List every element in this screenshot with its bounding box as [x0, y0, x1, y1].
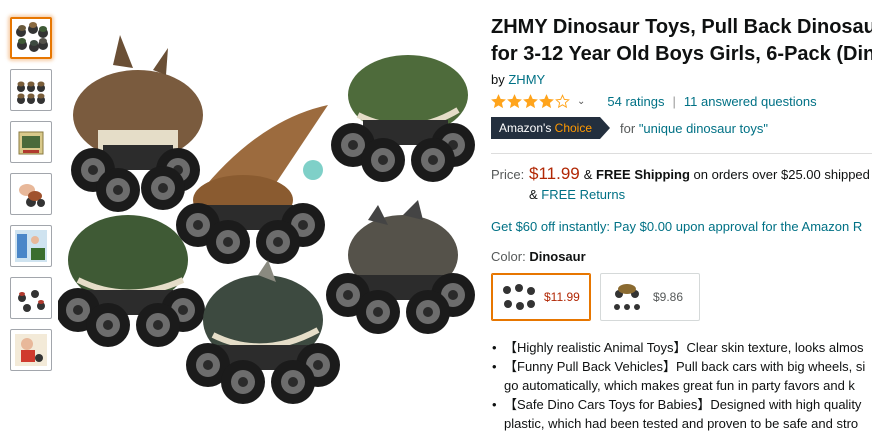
amazons-choice-row: Amazon's Choice for "unique dinosaur toy… — [491, 117, 872, 139]
star-icon — [555, 93, 570, 108]
thumbnail-5[interactable] — [10, 225, 52, 267]
feature-bullet: plastic, which had been tested and prove… — [504, 416, 859, 431]
dinosaur-cars-illustration — [56, 35, 475, 404]
star-icon — [539, 93, 554, 108]
choice-query-link[interactable]: "unique dinosaur toys" — [639, 121, 768, 136]
swatch-alternate[interactable]: $9.86 — [600, 273, 700, 321]
trex-car — [331, 55, 475, 182]
thumbnail-image — [19, 184, 45, 207]
free-shipping-label: FREE Shipping — [596, 167, 690, 182]
star-rating[interactable] — [491, 93, 571, 109]
brand-link[interactable]: ZHMY — [508, 72, 545, 87]
grey-triceratops-car — [326, 200, 475, 334]
thumbnail-image — [15, 334, 47, 366]
thumbnail-image — [16, 22, 48, 52]
byline: by ZHMY — [491, 72, 872, 87]
star-icon — [523, 93, 538, 108]
swatch-price: $11.99 — [544, 290, 580, 304]
shipping-amp: & — [583, 167, 593, 182]
swatch-image — [503, 284, 535, 310]
triceratops-car — [71, 35, 203, 212]
swatch-dinosaur[interactable]: $11.99 — [491, 273, 591, 321]
dark-dino-car — [186, 260, 340, 404]
thumbnail-image — [18, 290, 45, 312]
ratings-row: ⌄ 54 ratings | 11 answered questions — [491, 91, 872, 111]
free-returns-link[interactable]: FREE Returns — [541, 187, 625, 202]
thumbnail-6[interactable] — [10, 277, 52, 319]
feature-bullet: go automatically, which makes great fun … — [504, 378, 855, 393]
thumbnail-image — [18, 131, 44, 155]
by-prefix: by — [491, 72, 505, 87]
color-label: Color: — [491, 249, 526, 264]
thumbnail-1[interactable] — [10, 17, 52, 59]
separator: | — [672, 93, 676, 109]
thumbnail-image — [17, 81, 45, 104]
choice-badge-part2: Choice — [554, 121, 593, 135]
price-value: $11.99 — [529, 164, 580, 183]
thumbnail-7[interactable] — [10, 329, 52, 371]
returns-amp: & — [529, 187, 538, 202]
swatch-image — [614, 284, 640, 310]
thumbnail-4[interactable] — [10, 173, 52, 215]
thumbnail-image — [15, 230, 47, 262]
star-icon — [491, 93, 506, 108]
amazons-choice-badge[interactable]: Amazon's Choice — [491, 117, 611, 139]
product-title[interactable]: ZHMY Dinosaur Toys, Pull Back Dinosaur f… — [491, 14, 872, 68]
feature-bullet: 【Safe Dino Cars Toys for Babies】Designed… — [491, 395, 872, 414]
price-row: Price: $11.99 & FREE Shipping on orders … — [491, 164, 872, 184]
color-swatches: $11.99 $9.86 — [491, 273, 872, 321]
choice-for-text: for "unique dinosaur toys" — [620, 121, 768, 136]
feature-bullet: 【Highly realistic Animal Toys】Clear skin… — [491, 338, 872, 357]
product-title-line2: for 3-12 Year Old Boys Girls, 6-Pack (Di… — [491, 43, 872, 65]
product-info: ZHMY Dinosaur Toys, Pull Back Dinosaur f… — [491, 14, 872, 434]
thumbnail-2[interactable] — [10, 69, 52, 111]
color-value: Dinosaur — [529, 249, 586, 264]
answered-questions-link[interactable]: 11 answered questions — [684, 94, 817, 109]
ratings-count-link[interactable]: 54 ratings — [607, 94, 664, 109]
feature-bullets: 【Highly realistic Animal Toys】Clear skin… — [491, 338, 872, 434]
thumbnail-3[interactable] — [10, 121, 52, 163]
product-title-line1: ZHMY Dinosaur Toys, Pull Back Dinosaur — [491, 16, 872, 38]
choice-for-prefix: for — [620, 120, 636, 136]
main-product-image[interactable] — [56, 20, 478, 420]
chevron-down-icon[interactable]: ⌄ — [577, 96, 585, 107]
divider — [491, 153, 872, 154]
color-selector-label: Color: Dinosaur — [491, 249, 872, 264]
choice-badge-part1: Amazon's — [499, 121, 552, 135]
returns-row: & FREE Returns — [529, 187, 872, 202]
thumbnail-strip — [10, 17, 54, 381]
feature-bullet: 【Funny Pull Back Vehicles】Pull back cars… — [491, 357, 872, 376]
star-icon — [507, 93, 522, 108]
price-label: Price: — [491, 167, 525, 182]
swatch-price: $9.86 — [653, 290, 684, 304]
shipping-terms: on orders over $25.00 shipped — [693, 167, 870, 182]
promo-link[interactable]: Get $60 off instantly: Pay $0.00 upon ap… — [491, 219, 872, 234]
